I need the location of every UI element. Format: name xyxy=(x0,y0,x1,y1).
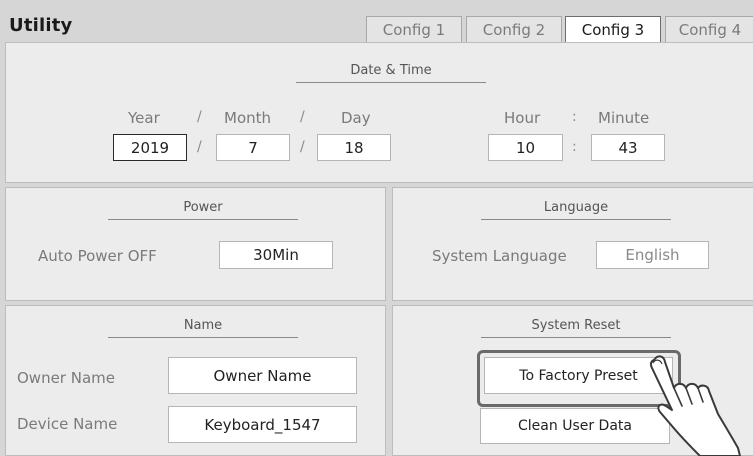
power-panel-title: Power xyxy=(183,200,223,215)
device-name-field[interactable]: Keyboard_1547 xyxy=(168,406,357,443)
year-month-label-separator: / xyxy=(197,109,202,125)
name-panel: Name Owner Name Owner Name Device Name K… xyxy=(5,305,386,456)
pointing-hand-icon xyxy=(649,355,741,456)
hour-label: Hour xyxy=(504,109,541,127)
system-reset-panel-title: System Reset xyxy=(531,318,621,333)
hour-minute-separator: : xyxy=(572,139,577,155)
year-month-separator: / xyxy=(197,139,202,155)
day-label: Day xyxy=(341,109,371,127)
device-name-label: Device Name xyxy=(17,415,118,433)
system-language-label: System Language xyxy=(432,247,567,265)
month-day-label-separator: / xyxy=(300,109,305,125)
month-field[interactable]: 7 xyxy=(216,134,290,161)
utility-screen: Utility Config 1 Config 2 Config 3 Confi… xyxy=(0,0,753,456)
system-reset-title-rule xyxy=(481,337,671,338)
year-label: Year xyxy=(128,109,160,127)
datetime-title-rule xyxy=(296,82,486,83)
hour-minute-label-separator: : xyxy=(572,109,577,125)
header-bar: Utility Config 1 Config 2 Config 3 Confi… xyxy=(0,0,753,43)
owner-name-label: Owner Name xyxy=(17,369,115,387)
day-field[interactable]: 18 xyxy=(317,134,391,161)
hour-field[interactable]: 10 xyxy=(488,134,563,161)
tab-config-4[interactable]: Config 4 xyxy=(665,16,753,42)
minute-label: Minute xyxy=(598,109,650,127)
auto-power-off-label: Auto Power OFF xyxy=(38,247,157,265)
auto-power-off-field[interactable]: 30Min xyxy=(219,241,333,269)
name-title-rule xyxy=(108,337,298,338)
minute-field[interactable]: 43 xyxy=(591,134,665,161)
language-panel-title: Language xyxy=(543,200,609,215)
month-day-separator: / xyxy=(300,139,305,155)
month-label: Month xyxy=(224,109,272,127)
page-title: Utility xyxy=(9,15,73,36)
owner-name-field[interactable]: Owner Name xyxy=(168,357,357,394)
power-panel: Power Auto Power OFF 30Min xyxy=(5,187,386,301)
datetime-panel: Date & Time Year / Month / Day 2019 / 7 … xyxy=(5,42,753,183)
year-field[interactable]: 2019 xyxy=(113,134,187,161)
name-panel-title: Name xyxy=(183,318,223,333)
datetime-panel-title: Date & Time xyxy=(350,63,432,78)
power-title-rule xyxy=(108,219,298,220)
tab-config-3[interactable]: Config 3 xyxy=(565,16,661,43)
tab-config-1[interactable]: Config 1 xyxy=(366,16,462,42)
language-panel: Language System Language English xyxy=(392,187,753,301)
tab-config-2[interactable]: Config 2 xyxy=(466,16,562,42)
system-language-field[interactable]: English xyxy=(596,241,709,269)
language-title-rule xyxy=(481,219,671,220)
